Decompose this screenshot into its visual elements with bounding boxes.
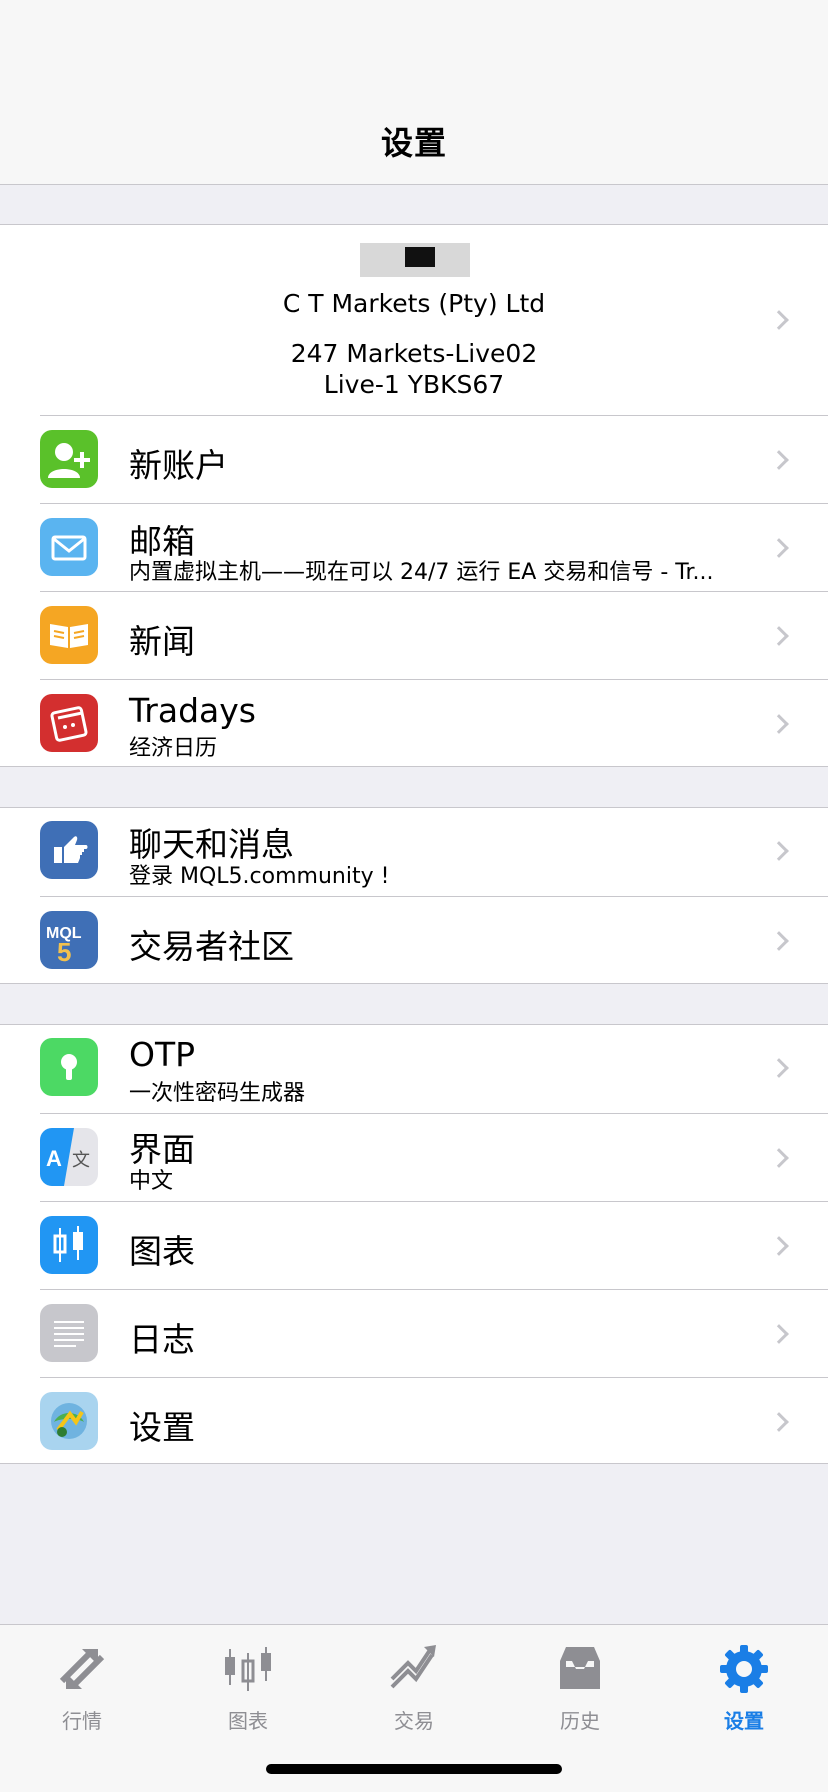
chart-candles-icon	[188, 1637, 308, 1701]
account-section: C T Markets (Pty) Ltd 247 Markets-Live02…	[0, 224, 828, 767]
row-charts[interactable]: 图表	[0, 1201, 828, 1289]
journal-icon	[40, 1304, 98, 1362]
row-chat-messages[interactable]: 聊天和消息 登录 MQL5.community !	[0, 808, 828, 896]
thumbs-up-icon	[40, 821, 98, 879]
row-label: 日志	[129, 1320, 195, 1359]
quotes-arrows-icon	[22, 1637, 142, 1701]
row-news[interactable]: 新闻	[0, 591, 828, 679]
chevron-right-icon	[769, 538, 789, 558]
row-otp[interactable]: OTP 一次性密码生成器	[0, 1025, 828, 1113]
row-tradays[interactable]: Tradays 经济日历	[0, 679, 828, 767]
svg-text:5: 5	[57, 937, 71, 967]
row-label: 设置	[129, 1408, 195, 1447]
row-settings[interactable]: 设置	[0, 1377, 828, 1465]
row-trader-community[interactable]: MQL 5 交易者社区	[0, 896, 828, 984]
chevron-right-icon	[769, 841, 789, 861]
keyhole-icon	[40, 1038, 98, 1096]
chevron-right-icon	[769, 626, 789, 646]
tools-section: OTP 一次性密码生成器 A文 界面 中文 图表 日志 设置	[0, 1024, 828, 1464]
settings-gear-icon	[684, 1637, 804, 1701]
translate-icon: A文	[40, 1128, 98, 1186]
home-indicator	[266, 1764, 562, 1774]
svg-text:文: 文	[72, 1150, 90, 1171]
tab-history[interactable]: 历史	[520, 1637, 640, 1734]
row-label: 新账户	[129, 446, 228, 485]
row-subtitle: 一次性密码生成器	[129, 1081, 306, 1106]
row-subtitle: 内置虚拟主机——现在可以 24/7 运行 EA 交易和信号 - Tr...	[129, 560, 714, 585]
history-inbox-icon	[520, 1637, 640, 1701]
navigation-bar: 设置	[0, 0, 828, 185]
trade-trend-icon	[354, 1637, 474, 1701]
tab-settings[interactable]: 设置	[684, 1637, 804, 1734]
tab-charts[interactable]: 图表	[188, 1637, 308, 1734]
chevron-right-icon	[769, 1412, 789, 1432]
server-name: 247 Markets-Live02	[290, 339, 538, 368]
row-interface[interactable]: A文 界面 中文	[0, 1113, 828, 1201]
row-subtitle: 经济日历	[129, 736, 218, 761]
add-user-icon	[40, 430, 98, 488]
row-new-account[interactable]: 新账户	[0, 415, 828, 503]
page-title: 设置	[380, 124, 447, 162]
account-card[interactable]: C T Markets (Pty) Ltd 247 Markets-Live02…	[0, 225, 828, 413]
row-label: 交易者社区	[129, 927, 294, 966]
metatrader-icon	[40, 1392, 98, 1450]
chevron-right-icon	[769, 931, 789, 951]
row-label: OTP	[129, 1035, 196, 1074]
tab-quotes[interactable]: 行情	[22, 1637, 142, 1734]
candlestick-icon	[40, 1216, 98, 1274]
svg-text:A: A	[46, 1146, 62, 1171]
chevron-right-icon	[769, 1148, 789, 1168]
community-section: 聊天和消息 登录 MQL5.community ! MQL 5 交易者社区	[0, 807, 828, 984]
redacted-mark	[405, 247, 435, 267]
broker-name: C T Markets (Pty) Ltd	[282, 289, 546, 318]
row-subtitle: 登录 MQL5.community !	[129, 864, 390, 889]
row-journal[interactable]: 日志	[0, 1289, 828, 1377]
tab-trade[interactable]: 交易	[354, 1637, 474, 1734]
row-subtitle: 中文	[129, 1169, 174, 1194]
row-label: 图表	[129, 1232, 195, 1271]
chevron-right-icon	[769, 1236, 789, 1256]
login-id: Live-1 YBKS67	[323, 370, 505, 399]
chevron-right-icon	[769, 1058, 789, 1078]
book-icon	[40, 606, 98, 664]
row-label: Tradays	[129, 691, 256, 730]
chevron-right-icon	[769, 1324, 789, 1344]
mql5-icon: MQL 5	[40, 911, 98, 969]
row-mailbox[interactable]: 邮箱 内置虚拟主机——现在可以 24/7 运行 EA 交易和信号 - Tr...	[0, 503, 828, 591]
row-label: 新闻	[129, 622, 195, 661]
chevron-right-icon	[769, 450, 789, 470]
calendar-icon	[40, 694, 98, 752]
mail-icon	[40, 518, 98, 576]
chevron-right-icon	[769, 714, 789, 734]
